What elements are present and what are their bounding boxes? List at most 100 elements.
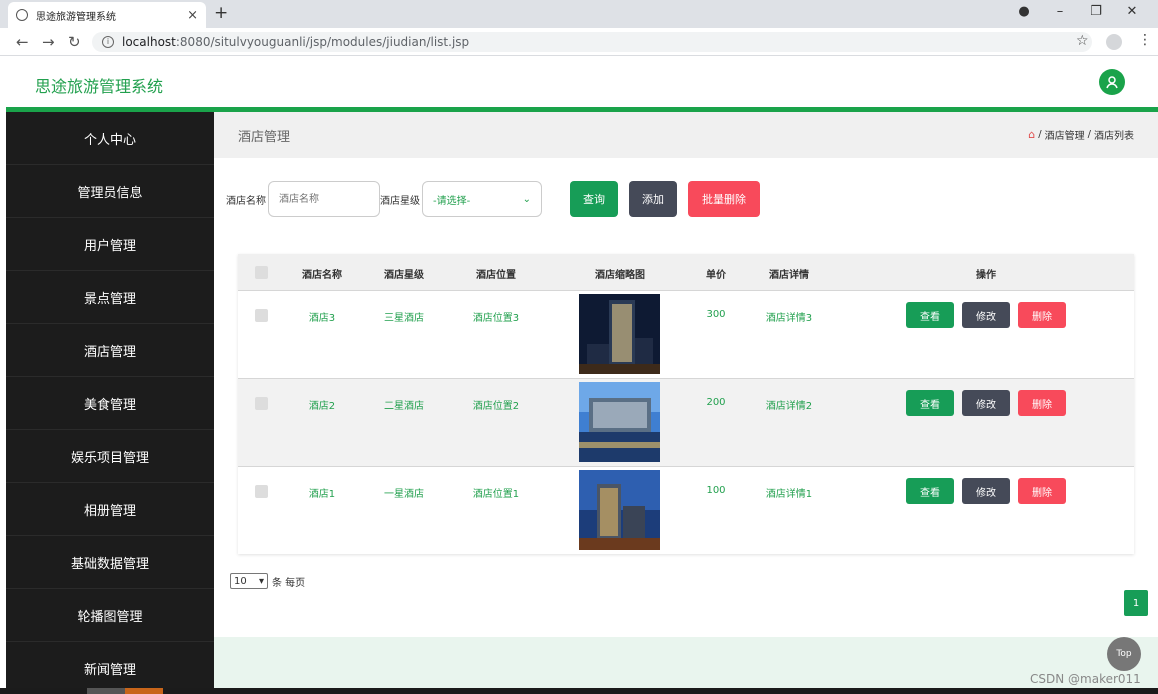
hotel-location-cell: 酒店位置1 bbox=[472, 489, 520, 500]
row-checkbox[interactable] bbox=[255, 485, 268, 498]
add-button[interactable]: 添加 bbox=[629, 181, 677, 217]
column-header: 酒店缩略图 bbox=[595, 270, 645, 281]
table-row: 酒店1 一星酒店 酒店位置1 100 酒店详情1 查看 修改 删除 bbox=[238, 466, 1134, 554]
site-favicon-icon bbox=[16, 9, 28, 21]
sidebar-item-attractions[interactable]: 景点管理 bbox=[6, 271, 214, 324]
url-host: localhost bbox=[122, 35, 176, 49]
hotel-star-cell: 二星酒店 bbox=[384, 401, 424, 412]
tab-close-icon[interactable]: × bbox=[187, 8, 198, 23]
breadcrumb-item[interactable]: 酒店管理 bbox=[1045, 127, 1085, 142]
browser-tab[interactable]: 思途旅游管理系统 × bbox=[8, 2, 206, 28]
tab-title: 思途旅游管理系统 bbox=[36, 11, 116, 23]
hotel-star-select[interactable]: -请选择- ⌄ bbox=[422, 181, 542, 217]
query-button[interactable]: 查询 bbox=[570, 181, 618, 217]
page-size-control: 10 ▾ 条 每页 bbox=[230, 573, 305, 589]
edit-button[interactable]: 修改 bbox=[962, 302, 1010, 328]
home-icon[interactable]: ⌂ bbox=[1028, 128, 1035, 141]
restore-icon[interactable]: ❐ bbox=[1078, 4, 1114, 19]
hotel-location-cell: 酒店位置3 bbox=[472, 313, 520, 324]
select-all-checkbox[interactable] bbox=[255, 266, 268, 279]
hotel-name-input[interactable] bbox=[268, 181, 380, 217]
hotel-detail-cell: 酒店详情1 bbox=[765, 489, 813, 500]
sidebar-item-label: 管理员信息 bbox=[77, 185, 143, 201]
bookmark-star-icon[interactable]: ☆ bbox=[1076, 33, 1089, 49]
column-header: 操作 bbox=[976, 270, 996, 281]
sidebar-item-users[interactable]: 用户管理 bbox=[6, 218, 214, 271]
sidebar-item-label: 娱乐项目管理 bbox=[70, 450, 149, 466]
page-number-button[interactable]: 1 bbox=[1124, 590, 1148, 616]
new-tab-button[interactable]: + bbox=[214, 3, 228, 23]
hotel-thumbnail bbox=[579, 470, 660, 550]
view-button[interactable]: 查看 bbox=[906, 302, 954, 328]
sidebar-item-label: 新闻管理 bbox=[83, 662, 136, 678]
hotel-detail-cell: 酒店详情2 bbox=[765, 401, 813, 412]
sidebar-item-food[interactable]: 美食管理 bbox=[6, 377, 214, 430]
chevron-down-icon: ▾ bbox=[258, 575, 264, 587]
browser-tab-bar: 思途旅游管理系统 × + ● – ❐ ✕ bbox=[0, 0, 1158, 28]
breadcrumb-item: 酒店列表 bbox=[1094, 131, 1134, 142]
sidebar-item-label: 轮播图管理 bbox=[77, 609, 143, 625]
hotel-location-cell: 酒店位置2 bbox=[472, 401, 520, 412]
row-actions: 查看 修改 删除 bbox=[906, 478, 1066, 504]
delete-button[interactable]: 删除 bbox=[1018, 390, 1066, 416]
sidebar-item-base-data[interactable]: 基础数据管理 bbox=[6, 536, 214, 589]
close-window-icon[interactable]: ✕ bbox=[1114, 4, 1150, 19]
sidebar-item-hotels[interactable]: 酒店管理 bbox=[6, 324, 214, 377]
sidebar-item-label: 景点管理 bbox=[83, 291, 136, 307]
row-actions: 查看 修改 删除 bbox=[906, 390, 1066, 416]
column-header: 酒店名称 bbox=[302, 270, 342, 281]
profile-avatar-icon[interactable] bbox=[1106, 34, 1122, 50]
sidebar-item-label: 相册管理 bbox=[83, 503, 136, 519]
minimize-icon[interactable]: – bbox=[1042, 4, 1078, 19]
sidebar-item-personal-center[interactable]: 个人中心 bbox=[6, 112, 214, 165]
hotel-star-cell: 一星酒店 bbox=[384, 489, 424, 500]
profile-menu-icon[interactable]: ● bbox=[1006, 4, 1042, 19]
hotel-thumbnail bbox=[579, 382, 660, 462]
sidebar-item-albums[interactable]: 相册管理 bbox=[6, 483, 214, 536]
table-row: 酒店2 二星酒店 酒店位置2 200 酒店详情2 查看 修改 删除 bbox=[238, 378, 1134, 466]
view-button[interactable]: 查看 bbox=[906, 478, 954, 504]
sidebar-item-label: 用户管理 bbox=[83, 238, 136, 254]
sidebar-item-entertainment[interactable]: 娱乐项目管理 bbox=[6, 430, 214, 483]
sidebar-item-carousel[interactable]: 轮播图管理 bbox=[6, 589, 214, 642]
page-size-select[interactable]: 10 ▾ bbox=[230, 573, 268, 589]
url-field[interactable]: i localhost:8080/situlvyouguanli/jsp/mod… bbox=[92, 32, 1092, 52]
row-checkbox[interactable] bbox=[255, 397, 268, 410]
os-taskbar bbox=[0, 688, 1158, 694]
bulk-delete-button[interactable]: 批量删除 bbox=[688, 181, 760, 217]
sidebar-item-admin-info[interactable]: 管理员信息 bbox=[6, 165, 214, 218]
sidebar-item-label: 酒店管理 bbox=[83, 344, 136, 360]
taskbar-app[interactable] bbox=[125, 688, 163, 694]
edit-button[interactable]: 修改 bbox=[962, 478, 1010, 504]
title-bar: 酒店管理 ⌂ / 酒店管理 / 酒店列表 bbox=[214, 112, 1158, 158]
price-cell: 200 bbox=[706, 397, 726, 408]
back-to-top-button[interactable]: Top bbox=[1107, 637, 1141, 671]
site-info-icon[interactable]: i bbox=[102, 36, 114, 48]
sidebar-item-news[interactable]: 新闻管理 bbox=[6, 642, 214, 688]
row-checkbox[interactable] bbox=[255, 309, 268, 322]
delete-button[interactable]: 删除 bbox=[1018, 302, 1066, 328]
table-header: 酒店名称 酒店星级 酒店位置 酒店缩略图 单价 酒店详情 操作 bbox=[238, 254, 1134, 290]
hotel-table: 酒店名称 酒店星级 酒店位置 酒店缩略图 单价 酒店详情 操作 酒店3 三星酒店… bbox=[238, 254, 1134, 554]
chevron-down-icon: ⌄ bbox=[522, 193, 531, 205]
browser-menu-icon[interactable]: ⋮ bbox=[1138, 32, 1152, 48]
hotel-thumbnail bbox=[579, 294, 660, 374]
delete-button[interactable]: 删除 bbox=[1018, 478, 1066, 504]
hotel-star-label: 酒店星级 bbox=[380, 195, 420, 207]
edit-button[interactable]: 修改 bbox=[962, 390, 1010, 416]
page-title: 酒店管理 bbox=[238, 130, 291, 145]
hotel-name-cell: 酒店2 bbox=[308, 401, 336, 412]
view-button[interactable]: 查看 bbox=[906, 390, 954, 416]
reload-icon[interactable]: ↻ bbox=[68, 33, 81, 51]
taskbar-app[interactable] bbox=[87, 688, 125, 694]
hotel-detail-cell: 酒店详情3 bbox=[765, 313, 813, 324]
url-path: :8080/situlvyouguanli/jsp/modules/jiudia… bbox=[175, 35, 470, 49]
page-size-value: 10 bbox=[234, 575, 247, 587]
breadcrumb-separator: / bbox=[1038, 129, 1042, 140]
hotel-star-selected: -请选择- bbox=[433, 195, 471, 207]
forward-icon[interactable]: → bbox=[42, 33, 55, 51]
back-icon[interactable]: ← bbox=[16, 33, 29, 51]
user-avatar-icon[interactable] bbox=[1099, 69, 1125, 95]
column-header: 酒店详情 bbox=[769, 270, 809, 281]
hotel-star-cell: 三星酒店 bbox=[384, 313, 424, 324]
